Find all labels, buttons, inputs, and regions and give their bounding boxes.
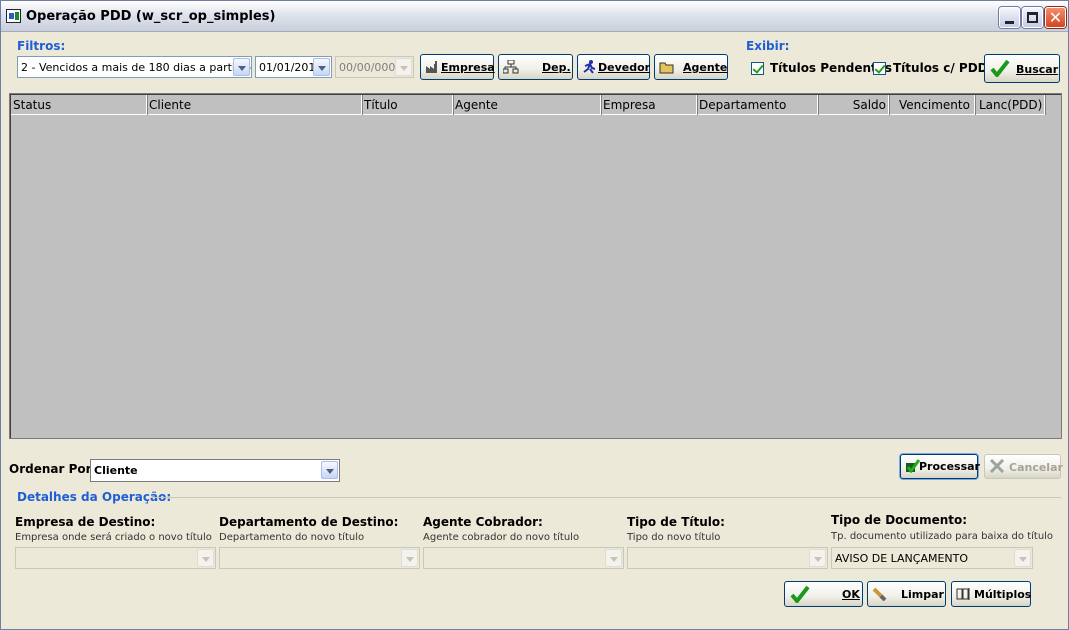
empresa-button-label: Empresa: [441, 61, 495, 74]
tipo-titulo-select[interactable]: [627, 547, 828, 569]
filters-label: Filtros:: [17, 39, 66, 53]
date-to-value: 00/00/0000: [339, 61, 403, 74]
multiplos-button-label: Múltiplos: [974, 588, 1032, 601]
close-icon: ✕: [1048, 8, 1063, 27]
ok-button-label: OK: [842, 588, 860, 601]
chevron-down-icon[interactable]: [321, 461, 338, 479]
chevron-down-icon: [197, 549, 214, 567]
chevron-down-icon: [395, 58, 412, 76]
maximize-icon: [1027, 12, 1038, 23]
column-header-saldo[interactable]: Saldo: [818, 95, 889, 115]
multiple-documents-icon: [956, 588, 970, 600]
section-divider: [151, 497, 1061, 498]
results-grid[interactable]: Status Cliente Título Agente Empresa Dep…: [9, 93, 1062, 439]
empresa-destino-select[interactable]: [15, 547, 216, 569]
minimize-button[interactable]: [999, 7, 1020, 28]
column-header-cliente[interactable]: Cliente: [147, 95, 362, 115]
detalhes-operacao-label: Detalhes da Operação:: [17, 490, 172, 504]
agente-button[interactable]: Agente: [654, 54, 728, 80]
eraser-icon: [872, 587, 887, 601]
title-bar[interactable]: Operação PDD (w_scr_op_simples) ✕: [1, 1, 1068, 32]
chevron-down-icon: [1014, 549, 1031, 567]
main-window: Operação PDD (w_scr_op_simples) ✕ Filtro…: [0, 0, 1069, 630]
agente-button-label: Agente: [683, 61, 728, 74]
period-filter-select[interactable]: 2 - Vencidos a mais de 180 dias a partir…: [17, 56, 252, 78]
tipo-titulo-label: Tipo de Título:: [627, 515, 725, 529]
departamento-destino-select[interactable]: [219, 547, 420, 569]
window-title: Operação PDD (w_scr_op_simples): [26, 9, 276, 24]
app-icon: [6, 9, 21, 23]
grid-header: Status Cliente Título Agente Empresa Dep…: [11, 95, 1045, 115]
date-from-picker[interactable]: 01/01/2011: [255, 56, 332, 78]
column-header-status[interactable]: Status: [11, 95, 147, 115]
minimize-icon: [1005, 21, 1014, 24]
runner-icon: [583, 60, 596, 74]
column-header-vencimento[interactable]: Vencimento: [889, 95, 975, 115]
cancelar-button: Cancelar: [984, 454, 1063, 479]
chevron-down-icon[interactable]: [313, 58, 330, 76]
tipo-titulo-hint: Tipo do novo título: [627, 532, 721, 543]
chevron-down-icon[interactable]: [233, 58, 250, 76]
column-header-empresa[interactable]: Empresa: [601, 95, 697, 115]
ordenar-por-select[interactable]: Cliente: [90, 459, 340, 482]
exibir-label: Exibir:: [746, 39, 790, 53]
chevron-down-icon: [809, 549, 826, 567]
column-header-agente[interactable]: Agente: [453, 95, 601, 115]
chevron-down-icon: [605, 549, 622, 567]
ordenar-por-label: Ordenar Por:: [9, 462, 97, 476]
empresa-button[interactable]: Empresa: [420, 54, 495, 80]
tipo-documento-select[interactable]: AVISO DE LANÇAMENTO: [831, 547, 1033, 569]
empresa-destino-hint: Empresa onde será criado o novo título: [15, 532, 212, 543]
date-to-picker[interactable]: 00/00/0000: [335, 56, 414, 78]
limpar-button-label: Limpar: [901, 588, 944, 601]
tipo-documento-hint: Tp. documento utilizado para baixa do tí…: [831, 531, 1054, 542]
departamento-destino-label: Departamento de Destino:: [219, 515, 399, 529]
agente-cobrador-hint: Agente cobrador do novo título: [423, 532, 580, 543]
buscar-button[interactable]: Buscar: [984, 54, 1060, 83]
titulos-pdd-checkbox[interactable]: [873, 62, 886, 75]
factory-icon: [426, 61, 437, 73]
titulos-pendentes-checkbox[interactable]: [751, 62, 764, 75]
departamento-destino-hint: Departamento do novo título: [219, 532, 365, 543]
checkmark-icon: [990, 59, 1010, 77]
ok-button[interactable]: OK: [784, 581, 863, 607]
multiplos-button[interactable]: Múltiplos: [951, 581, 1031, 607]
period-filter-value: 2 - Vencidos a mais de 180 dias a partir…: [21, 61, 252, 74]
folder-icon: [659, 62, 674, 74]
org-chart-icon: [503, 60, 519, 74]
column-header-departamento[interactable]: Departamento: [697, 95, 818, 115]
cancelar-button-label: Cancelar: [1009, 461, 1063, 474]
empresa-destino-label: Empresa de Destino:: [15, 515, 156, 529]
devedor-button-label: Devedor: [598, 61, 651, 74]
chevron-down-icon: [401, 549, 418, 567]
limpar-button[interactable]: Limpar: [867, 581, 946, 607]
column-header-lanc-pdd[interactable]: Lanc(PDD): [975, 95, 1045, 115]
ordenar-por-value: Cliente: [94, 464, 138, 477]
dep-button-label: Dep.: [542, 61, 571, 74]
maximize-button[interactable]: [1022, 7, 1043, 28]
agente-cobrador-select[interactable]: [423, 547, 624, 569]
dep-button[interactable]: Dep.: [498, 54, 573, 80]
tipo-documento-value: AVISO DE LANÇAMENTO: [835, 552, 969, 565]
titulos-pdd-label: Títulos c/ PDD: [893, 61, 988, 75]
cancel-x-icon: [989, 459, 1005, 473]
tipo-documento-label: Tipo de Documento:: [831, 513, 968, 527]
processar-button[interactable]: Processar: [900, 454, 980, 479]
close-button[interactable]: ✕: [1045, 7, 1066, 28]
checkmark-icon: [790, 585, 810, 603]
column-header-titulo[interactable]: Título: [362, 95, 453, 115]
agente-cobrador-label: Agente Cobrador:: [423, 515, 543, 529]
processar-button-label: Processar: [919, 460, 980, 473]
buscar-button-label: Buscar: [1016, 63, 1059, 76]
devedor-button[interactable]: Devedor: [577, 54, 650, 80]
